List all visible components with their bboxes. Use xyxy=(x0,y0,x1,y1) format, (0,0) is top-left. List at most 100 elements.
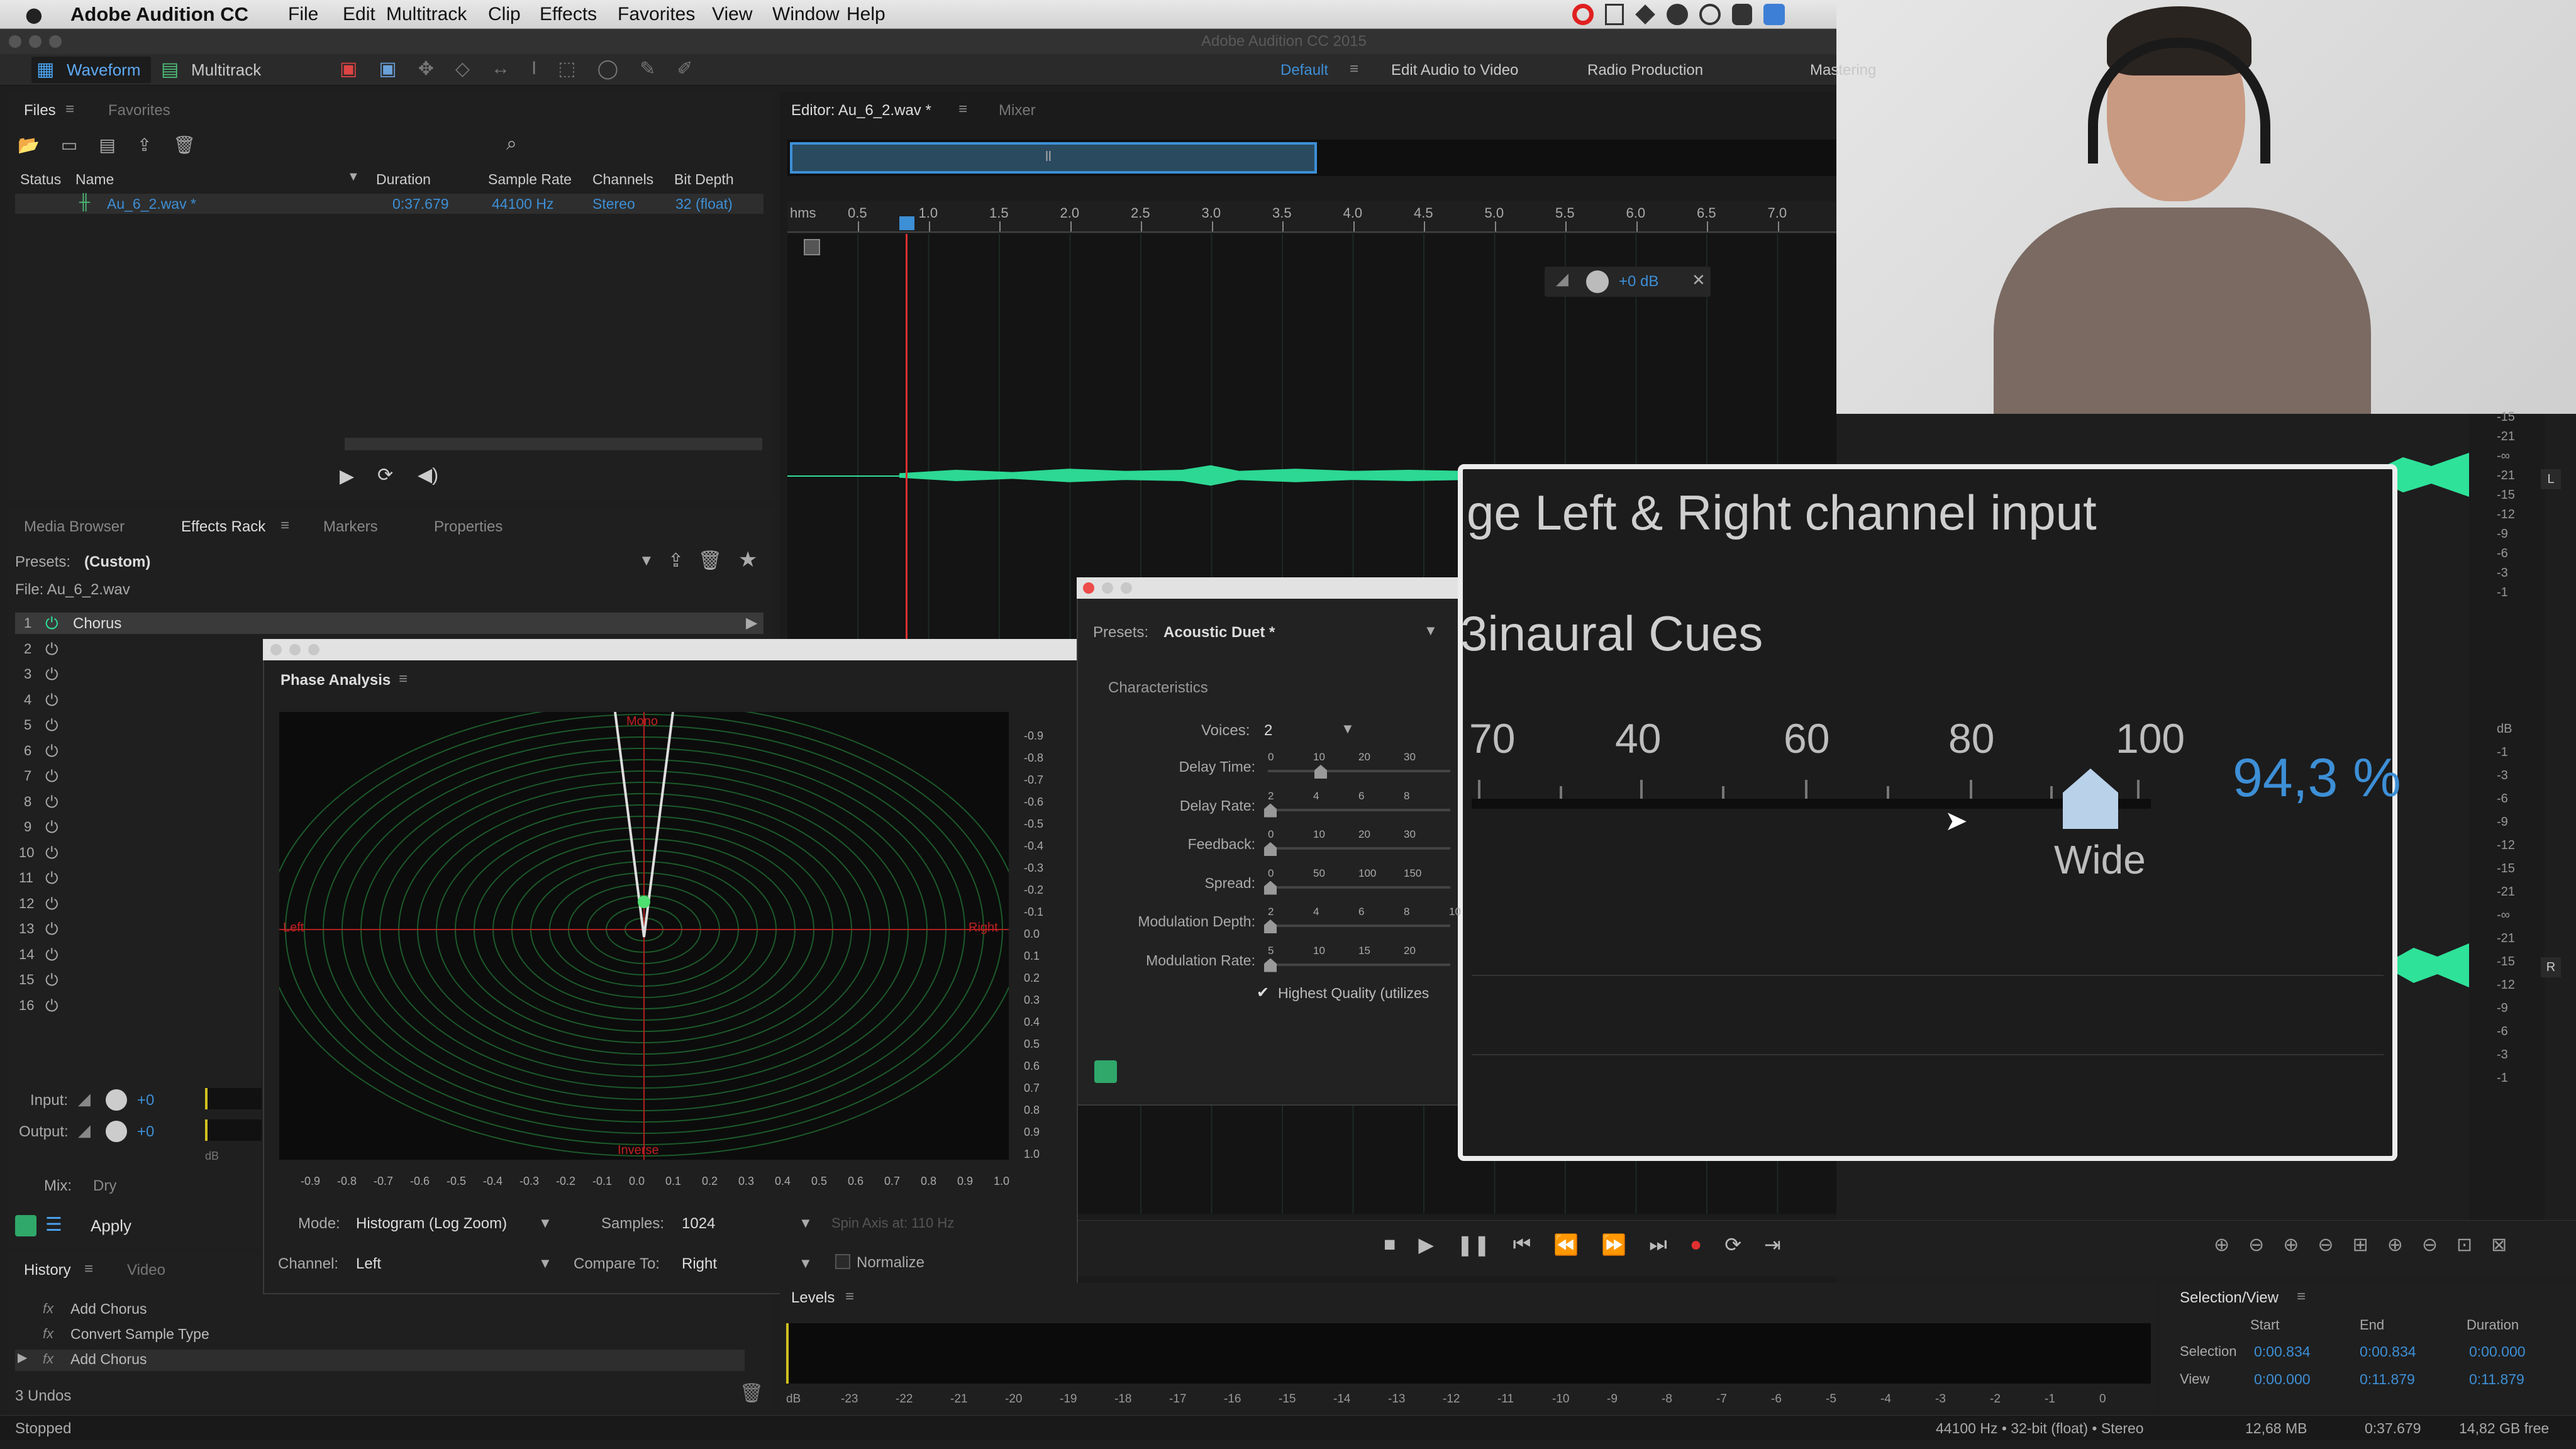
rack-list-icon[interactable]: ☰ xyxy=(45,1214,62,1236)
channel-r-badge[interactable]: R xyxy=(2541,957,2561,977)
loop-preview-icon[interactable]: ⟳ xyxy=(377,464,393,486)
slot-power-icon[interactable]: ⏻ xyxy=(45,996,58,1016)
input-knob[interactable] xyxy=(106,1089,127,1111)
sv-view-duration[interactable]: 0:11.879 xyxy=(2469,1371,2524,1388)
go-start-icon[interactable]: ⏮ xyxy=(1513,1233,1531,1257)
play-preview-icon[interactable]: ▶ xyxy=(340,465,354,487)
highest-quality-checkbox[interactable]: ✔ xyxy=(1257,984,1269,1002)
save-preset-icon[interactable]: ⇪ xyxy=(668,550,684,572)
menu-file[interactable]: File xyxy=(288,4,318,25)
zoom-in-point-icon[interactable]: ⊕ xyxy=(2387,1234,2403,1256)
overview-zoom-handle[interactable] xyxy=(790,142,1317,174)
voices-arrow-icon[interactable]: ▼ xyxy=(1341,721,1355,737)
play-icon[interactable]: ▶ xyxy=(1418,1233,1434,1257)
channel-arrow-icon[interactable]: ▼ xyxy=(538,1255,552,1272)
app-name-menu[interactable]: Adobe Audition CC xyxy=(70,3,248,26)
menu-multitrack[interactable]: Multitrack xyxy=(386,4,467,25)
zoom-out-amplitude-icon[interactable]: ⊖ xyxy=(2248,1234,2264,1256)
mixer-tab[interactable]: Mixer xyxy=(999,102,1036,119)
workspace-menu-icon[interactable]: ≡ xyxy=(1350,60,1358,78)
files-tab[interactable]: Files xyxy=(24,102,56,119)
chorus-param-slider[interactable] xyxy=(1268,963,1450,966)
history-menu-icon[interactable]: ≡ xyxy=(84,1260,93,1278)
slot-power-icon[interactable]: ⏻ xyxy=(45,792,58,813)
import-icon[interactable]: ▤ xyxy=(99,135,115,155)
col-duration[interactable]: Duration xyxy=(376,171,431,188)
multitrack-view-button[interactable]: Multitrack xyxy=(191,60,261,80)
close-window-icon[interactable] xyxy=(9,35,21,48)
finder-icon[interactable] xyxy=(1763,4,1785,25)
col-sample-rate[interactable]: Sample Rate xyxy=(488,171,572,188)
col-name[interactable]: Name xyxy=(75,171,114,188)
slot-power-icon[interactable]: ⏻ xyxy=(45,843,58,863)
sv-view-start[interactable]: 0:00.000 xyxy=(2254,1371,2311,1388)
chorus-titlebar[interactable] xyxy=(1077,577,1460,599)
normalize-checkbox[interactable] xyxy=(835,1254,850,1269)
zoom-out-point-icon[interactable]: ⊖ xyxy=(2422,1234,2438,1256)
slot-power-icon[interactable]: ⏻ xyxy=(45,894,58,914)
phase-max-icon[interactable] xyxy=(308,644,319,655)
slot-power-icon[interactable]: ⏻ xyxy=(45,818,58,838)
menu-clip[interactable]: Clip xyxy=(488,4,521,25)
chorus-param-slider[interactable] xyxy=(1268,808,1450,811)
zoom-selection-icon[interactable]: ⊡ xyxy=(2457,1234,2472,1256)
insert-icon[interactable]: ⇪ xyxy=(137,135,152,155)
menu-view[interactable]: View xyxy=(712,4,752,25)
slot-power-icon[interactable]: ⏻ xyxy=(45,945,58,965)
compare-dropdown[interactable]: Right xyxy=(682,1255,717,1273)
channel-dropdown[interactable]: Left xyxy=(356,1255,381,1273)
document-icon[interactable] xyxy=(1605,4,1624,25)
slot-power-icon[interactable]: ⏻ xyxy=(45,869,58,889)
workspace-3[interactable]: Mastering xyxy=(1810,62,1876,79)
rack-presets-dropdown[interactable]: (Custom) xyxy=(84,553,150,571)
chorus-close-icon[interactable] xyxy=(1083,582,1094,594)
rack-tab-0[interactable]: Media Browser xyxy=(24,518,125,536)
panel-menu-icon[interactable]: ≡ xyxy=(65,101,74,118)
pause-icon[interactable]: ❚❚ xyxy=(1457,1233,1491,1257)
slot-power-icon[interactable]: ⏻ xyxy=(45,665,58,685)
rewind-icon[interactable]: ⏪ xyxy=(1553,1233,1579,1257)
slot-power-icon[interactable]: ⏻ xyxy=(45,640,58,660)
history-item[interactable]: Add Chorus xyxy=(70,1301,147,1318)
pitch-display-icon[interactable]: ▣ xyxy=(379,58,396,80)
zoom-window-icon[interactable] xyxy=(49,35,62,48)
rack-power-button[interactable] xyxy=(15,1215,36,1236)
delete-icon[interactable]: 🗑 xyxy=(173,135,196,155)
slip-tool-icon[interactable]: ↔ xyxy=(491,58,510,80)
traffic-lights[interactable] xyxy=(9,35,62,48)
skype-icon[interactable] xyxy=(1667,4,1688,25)
history-tab[interactable]: History xyxy=(24,1262,71,1279)
slot-power-icon[interactable]: ⏻ xyxy=(45,970,58,991)
col-bit-depth[interactable]: Bit Depth xyxy=(674,171,734,188)
go-end-icon[interactable]: ⏭ xyxy=(1649,1233,1667,1257)
hud-pin-icon[interactable]: ✕ xyxy=(1692,270,1706,290)
record-icon[interactable]: ● xyxy=(1690,1233,1702,1257)
editor-menu-icon[interactable]: ≡ xyxy=(958,101,967,118)
sv-view-end[interactable]: 0:11.879 xyxy=(2360,1371,2415,1388)
phase-window-buttons[interactable] xyxy=(270,644,319,655)
phase-window-titlebar[interactable] xyxy=(263,639,1078,660)
slot-1-row[interactable] xyxy=(15,613,763,634)
favorite-star-icon[interactable]: ★ xyxy=(738,547,757,572)
mode-arrow-icon[interactable]: ▼ xyxy=(538,1215,552,1231)
hud-gain-value[interactable]: +0 dB xyxy=(1619,273,1658,291)
hud-gain-knob[interactable] xyxy=(1586,270,1609,293)
compare-arrow-icon[interactable]: ▼ xyxy=(799,1255,813,1272)
workspace-1[interactable]: Edit Audio to Video xyxy=(1391,62,1518,79)
input-value[interactable]: +0 xyxy=(137,1092,154,1109)
output-knob[interactable] xyxy=(106,1121,127,1142)
slot-power-icon[interactable]: ⏻ xyxy=(45,741,58,762)
chorus-param-slider[interactable] xyxy=(1268,886,1450,889)
rack-tab-1[interactable]: Effects Rack xyxy=(181,518,265,536)
samples-dropdown[interactable]: 1024 xyxy=(682,1215,715,1233)
marquee-tool-icon[interactable]: ⬚ xyxy=(558,58,575,80)
rack-tab-3[interactable]: Properties xyxy=(434,518,502,536)
history-item[interactable]: Add Chorus xyxy=(70,1351,147,1368)
col-status[interactable]: Status xyxy=(20,171,61,188)
open-append-icon[interactable]: ▭ xyxy=(61,135,77,155)
move-tool-icon[interactable]: ✥ xyxy=(418,58,434,80)
slot-power-icon[interactable]: ⏻ xyxy=(45,767,58,787)
chorus-min-icon[interactable] xyxy=(1102,582,1113,594)
output-value[interactable]: +0 xyxy=(137,1123,154,1141)
search-icon[interactable]: ⌕ xyxy=(506,133,517,155)
